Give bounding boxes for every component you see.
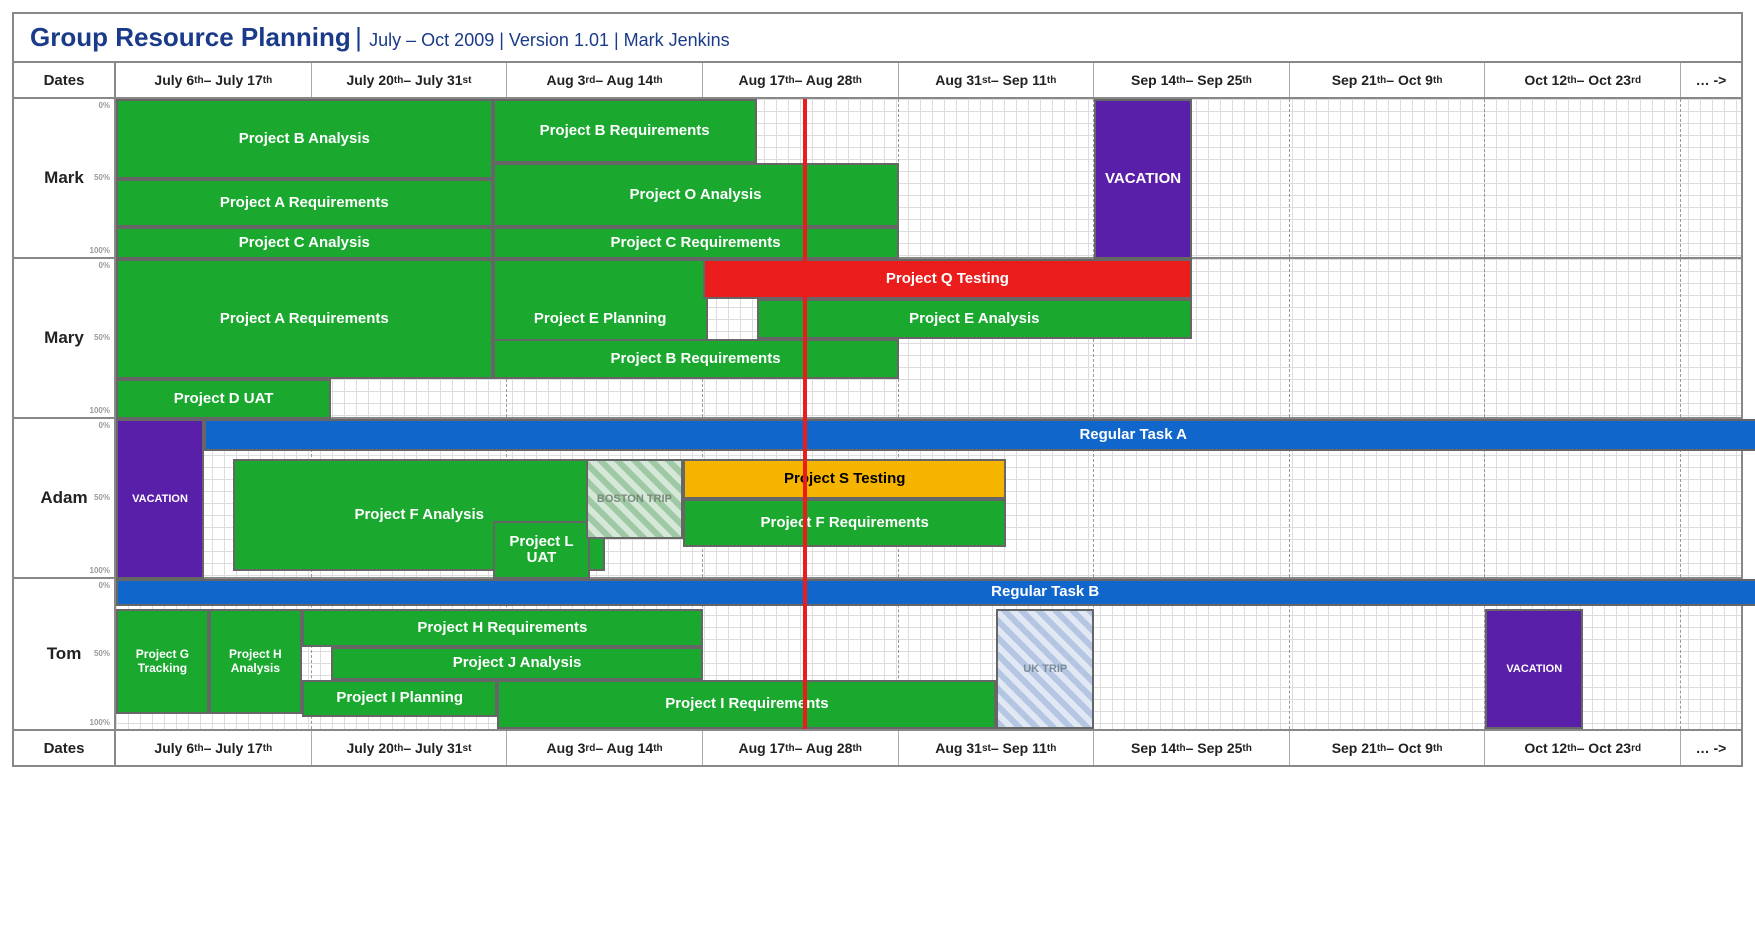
date-col-more[interactable]: … -> xyxy=(1681,63,1741,97)
date-col-4: Aug 31st – Sep 11th xyxy=(899,63,1095,97)
planning-frame: Group Resource Planning | July – Oct 200… xyxy=(12,12,1743,767)
pct-p0: 0% xyxy=(98,581,110,590)
date-col-4: Aug 31st – Sep 11th xyxy=(899,731,1095,765)
task-t5[interactable]: Project J Analysis xyxy=(331,647,703,680)
task-t1[interactable]: Regular Task B xyxy=(116,579,1755,606)
task-a5[interactable]: Project S Testing xyxy=(683,459,1006,499)
date-col-5: Sep 14th – Sep 25th xyxy=(1094,731,1290,765)
pct-p0: 0% xyxy=(98,261,110,270)
date-col-2: Aug 3rd – Aug 14th xyxy=(507,63,703,97)
date-col-1: July 20th – July 31st xyxy=(312,63,508,97)
lane-tom: Tom0%50%100%Regular Task BProject G Trac… xyxy=(14,579,1741,729)
date-col-5: Sep 14th – Sep 25th xyxy=(1094,63,1290,97)
dates-header: Dates July 6th – July 17thJuly 20th – Ju… xyxy=(14,63,1741,99)
task-t9[interactable]: VACATION xyxy=(1485,609,1583,729)
title-separator: | xyxy=(355,22,369,52)
pct-p100: 100% xyxy=(90,406,110,415)
task-m1[interactable]: Project B Analysis xyxy=(116,99,493,179)
task-m2[interactable]: Project B Requirements xyxy=(493,99,757,163)
task-y1[interactable]: Project A Requirements xyxy=(116,259,493,379)
date-col-3: Aug 17th – Aug 28th xyxy=(703,63,899,97)
task-m7[interactable]: VACATION xyxy=(1094,99,1192,259)
task-t3[interactable]: Project H Analysis xyxy=(209,609,302,714)
lane-body-tom[interactable]: Regular Task BProject G TrackingProject … xyxy=(116,579,1741,729)
date-col-1: July 20th – July 31st xyxy=(312,731,508,765)
task-t4[interactable]: Project H Requirements xyxy=(302,609,703,647)
date-col-2: Aug 3rd – Aug 14th xyxy=(507,731,703,765)
date-col-0: July 6th – July 17th xyxy=(116,63,312,97)
pct-p50: 50% xyxy=(94,649,110,658)
task-m5[interactable]: Project C Analysis xyxy=(116,227,493,259)
dates-label-footer: Dates xyxy=(14,731,116,765)
dates-footer: Dates July 6th – July 17thJuly 20th – Ju… xyxy=(14,729,1741,765)
task-y3[interactable]: Project Q Testing xyxy=(703,259,1192,299)
pct-p100: 100% xyxy=(90,718,110,727)
task-t8[interactable]: UK TRIP xyxy=(996,609,1094,729)
pct-p0: 0% xyxy=(98,101,110,110)
pct-p100: 100% xyxy=(90,566,110,575)
pct-p50: 50% xyxy=(94,493,110,502)
lane-body-mark[interactable]: Project B AnalysisProject B Requirements… xyxy=(116,99,1741,257)
date-col-more[interactable]: … -> xyxy=(1681,731,1741,765)
lane-body-adam[interactable]: VACATIONRegular Task AProject F Analysis… xyxy=(116,419,1741,577)
date-col-7: Oct 12th – Oct 23rd xyxy=(1485,731,1681,765)
task-y6[interactable]: Project D UAT xyxy=(116,379,331,419)
date-col-0: July 6th – July 17th xyxy=(116,731,312,765)
task-a3[interactable]: Project L UAT xyxy=(493,521,591,579)
lane-adam: Adam0%50%100%VACATIONRegular Task AProje… xyxy=(14,419,1741,579)
pct-p0: 0% xyxy=(98,421,110,430)
pct-p50: 50% xyxy=(94,333,110,342)
pct-p100: 100% xyxy=(90,246,110,255)
gantt-board: Mark0%50%100%Project B AnalysisProject B… xyxy=(14,99,1741,729)
page-subtitle: July – Oct 2009 | Version 1.01 | Mark Je… xyxy=(369,30,730,50)
page-title: Group Resource Planning xyxy=(30,22,351,52)
date-col-7: Oct 12th – Oct 23rd xyxy=(1485,63,1681,97)
pct-p50: 50% xyxy=(94,173,110,182)
task-m6[interactable]: Project C Requirements xyxy=(493,227,899,259)
task-a0[interactable]: VACATION xyxy=(116,419,204,579)
lane-mary: Mary0%50%100%Project A RequirementsProje… xyxy=(14,259,1741,419)
task-y5[interactable]: Project B Requirements xyxy=(493,339,899,379)
task-a1[interactable]: Regular Task A xyxy=(204,419,1755,451)
lane-label-adam: Adam0%50%100% xyxy=(14,419,116,577)
date-col-6: Sep 21th – Oct 9th xyxy=(1290,63,1486,97)
date-col-3: Aug 17th – Aug 28th xyxy=(703,731,899,765)
task-m4[interactable]: Project O Analysis xyxy=(493,163,899,227)
task-t6[interactable]: Project I Planning xyxy=(302,680,498,718)
lane-mark: Mark0%50%100%Project B AnalysisProject B… xyxy=(14,99,1741,259)
lane-body-mary[interactable]: Project A RequirementsProject E Planning… xyxy=(116,259,1741,417)
task-m3[interactable]: Project A Requirements xyxy=(116,179,493,227)
title-bar: Group Resource Planning | July – Oct 200… xyxy=(14,14,1741,63)
dates-label: Dates xyxy=(14,63,116,97)
lane-label-tom: Tom0%50%100% xyxy=(14,579,116,729)
task-t2[interactable]: Project G Tracking xyxy=(116,609,209,714)
lane-label-mark: Mark0%50%100% xyxy=(14,99,116,257)
date-col-6: Sep 21th – Oct 9th xyxy=(1290,731,1486,765)
lane-label-mary: Mary0%50%100% xyxy=(14,259,116,417)
task-a4[interactable]: BOSTON TRIP xyxy=(586,459,684,539)
task-t7[interactable]: Project I Requirements xyxy=(497,680,996,730)
task-y4[interactable]: Project E Analysis xyxy=(757,299,1192,339)
task-a6[interactable]: Project F Requirements xyxy=(683,499,1006,547)
